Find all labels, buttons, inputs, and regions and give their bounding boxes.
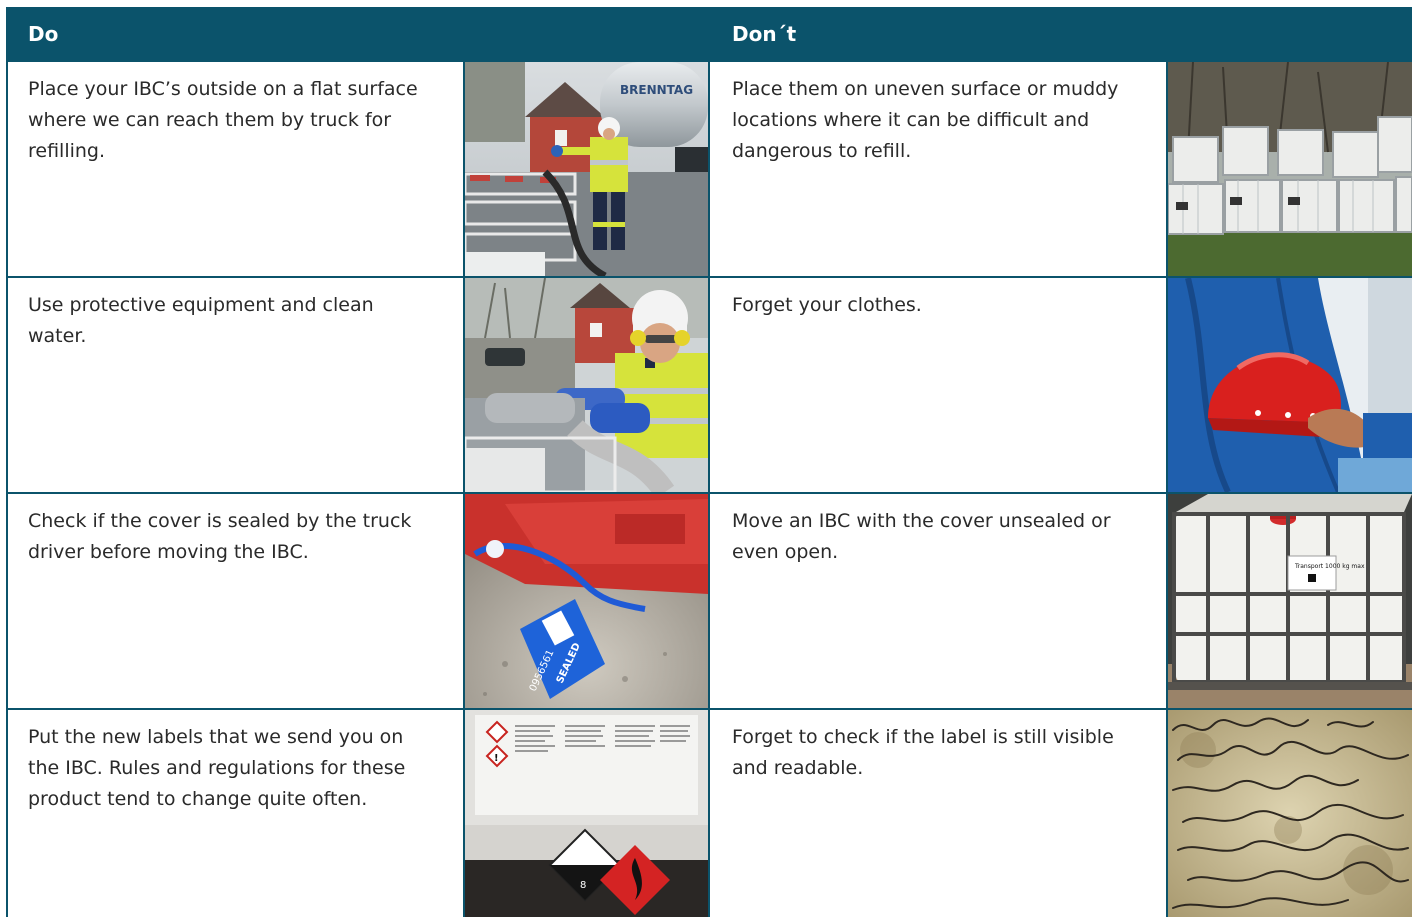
dont-instruction: Forget your clothes. — [732, 294, 922, 316]
do-instruction: Place your IBC’s outside on a flat surfa… — [28, 78, 418, 162]
hazard-class-text: 8 — [580, 880, 586, 891]
ibc-sticker-text: Transport 1000 kg max — [1294, 563, 1365, 570]
hazard-label-photo: ! 8 — [465, 710, 708, 917]
do-column-header: Do — [28, 22, 59, 46]
sealed-cover-tag-photo: 0956561 SEALED — [465, 494, 708, 708]
dont-instruction: Move an IBC with the cover unsealed or e… — [732, 510, 1111, 563]
svg-text:!: ! — [494, 753, 499, 764]
dont-column-header: Don´t — [732, 22, 797, 46]
table-header: Do Don´t — [6, 7, 1412, 62]
stacked-ibcs-on-grass-photo — [1168, 62, 1412, 276]
dont-instruction: Forget to check if the label is still vi… — [732, 726, 1114, 779]
dont-instruction: Place them on uneven surface or muddy lo… — [732, 78, 1119, 162]
do-instruction: Put the new labels that we send you on t… — [28, 726, 406, 810]
worker-with-protective-gear-photo — [465, 278, 708, 492]
do-instruction: Check if the cover is sealed by the truc… — [28, 510, 412, 563]
column-divider — [708, 62, 710, 917]
ibc-container-open-cover-photo: Transport 1000 kg max — [1168, 494, 1412, 708]
illegible-handwriting-photo — [1168, 710, 1412, 917]
truck-brand-text: BRENNTAG — [620, 83, 693, 97]
red-hard-hat-photo — [1168, 278, 1412, 492]
truck-driver-refilling-ibc-photo: BRENNTAG — [465, 62, 708, 276]
do-instruction: Use protective equipment and clean water… — [28, 294, 374, 347]
